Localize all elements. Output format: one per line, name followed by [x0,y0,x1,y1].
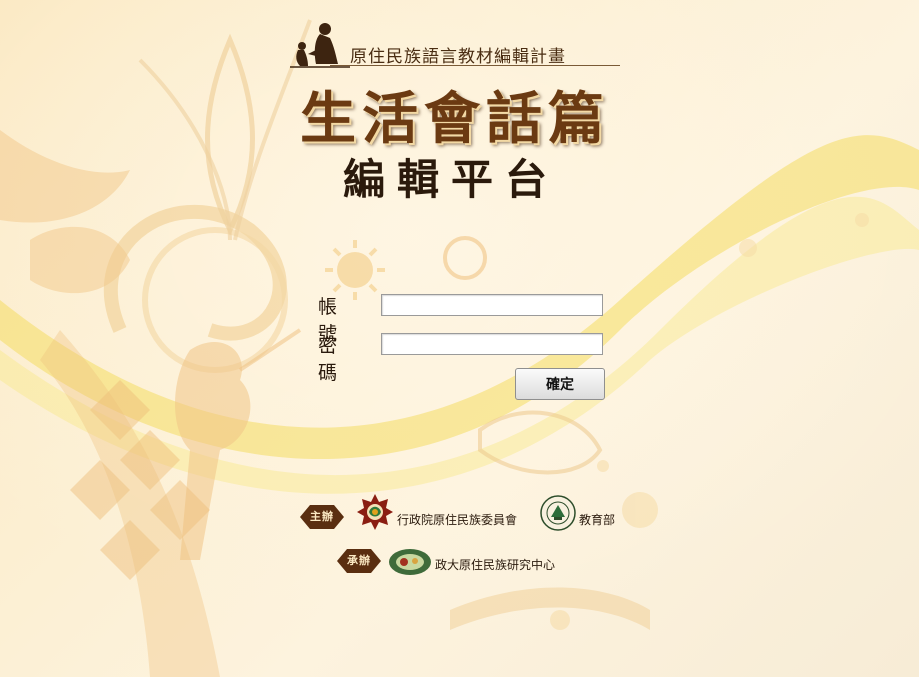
organizer-name: 教育部 [579,513,616,527]
account-input[interactable] [381,294,603,316]
password-label: 密碼 [318,335,338,384]
main-title: 生活會話篇 [300,86,610,152]
submit-button[interactable]: 確定 [515,368,605,400]
header: 原住民族語言教材編輯計畫 生活會話篇 編輯平台 [0,0,919,204]
executor-name: 政大原住民族研究中心 [435,558,556,572]
organizer-tag: 主辦 [300,505,344,529]
organizer-tag-label: 主辦 [310,510,334,523]
title-divider [330,65,620,66]
password-input[interactable] [381,333,603,355]
sub-title: 編輯平台 [343,155,560,204]
project-title: 原住民族語言教材編輯計畫 [350,47,566,67]
ministry-of-education-seal-icon [540,495,576,531]
council-logo-icon [357,494,393,530]
executor-tag-label: 承辦 [347,554,371,567]
executor-tag: 承辦 [337,549,381,573]
research-center-logo-icon [389,549,431,575]
organizer-name: 行政院原住民族委員會 [397,513,518,527]
